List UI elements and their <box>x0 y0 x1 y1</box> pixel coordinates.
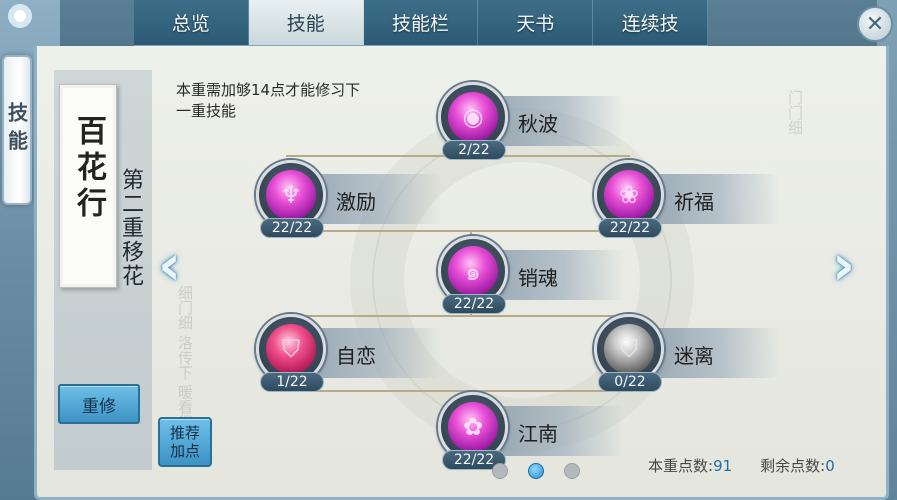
tab-label: 技能 <box>286 13 325 35</box>
close-button[interactable]: ✕ <box>857 6 893 42</box>
remaining-points-label: 剩余点数: <box>760 457 826 475</box>
skill-name: 江南 <box>518 422 558 446</box>
fountain-orb-icon: ♆ <box>266 170 316 220</box>
school-name: 百花行 <box>71 115 106 223</box>
page-dot[interactable] <box>564 463 580 479</box>
skill-node-qiubo[interactable]: ◉ 秋波 2/22 <box>438 82 628 172</box>
prev-page-arrow-icon[interactable]: ‹ <box>158 238 194 300</box>
next-page-arrow-icon[interactable]: › <box>832 238 868 300</box>
eye-orb-icon: ◉ <box>448 92 498 142</box>
top-tab-bar: 总览 技能 技能栏 天书 连续技 <box>134 0 708 46</box>
side-tab-label: 技能 <box>4 102 29 158</box>
remaining-points-stat: 剩余点数:0 <box>760 455 835 476</box>
tab-overview[interactable]: 总览 <box>134 0 249 45</box>
grey-shield-orb-icon: ⛉ <box>604 324 654 374</box>
skill-name: 自恋 <box>336 344 376 368</box>
skill-node-jili[interactable]: ♆ 激励 22/22 <box>256 160 446 250</box>
skill-level: 1/22 <box>260 372 324 392</box>
tab-label: 总览 <box>171 13 210 35</box>
page-indicator <box>492 463 580 479</box>
tab-label: 连续技 <box>621 13 679 35</box>
skill-level: 22/22 <box>598 218 662 238</box>
close-icon: ✕ <box>865 11 885 37</box>
skill-level: 0/22 <box>598 372 662 392</box>
shield-orb-icon: ⛉ <box>266 324 316 374</box>
current-points-stat: 本重点数:91 <box>648 455 732 476</box>
flower-orb-icon: ✿ <box>448 402 498 452</box>
remaining-points-value: 0 <box>825 457 835 475</box>
tab-skill-bar[interactable]: 技能栏 <box>364 0 479 45</box>
requirement-hint: 本重需加够14点才能修习下一重技能 <box>176 81 361 120</box>
skill-name: 销魂 <box>518 266 558 290</box>
recommend-label: 推荐加点 <box>169 424 200 460</box>
page-dot[interactable] <box>492 463 508 479</box>
points-stats: 本重点数:91 剩余点数:0 <box>648 455 835 476</box>
skill-name: 激励 <box>336 190 376 214</box>
reset-skills-button[interactable]: 重修 <box>58 384 140 424</box>
current-points-label: 本重点数: <box>648 457 714 475</box>
skill-name: 秋波 <box>518 112 558 136</box>
school-stage: 第二重移花 <box>118 168 143 288</box>
tab-combo-skills[interactable]: 连续技 <box>593 0 708 45</box>
side-tab-skills[interactable]: 技能 <box>2 55 32 205</box>
skill-level: 22/22 <box>260 218 324 238</box>
skill-name: 祈福 <box>674 190 714 214</box>
tab-skills[interactable]: 技能 <box>248 0 364 45</box>
school-scroll-card: 百花行 <box>59 84 117 288</box>
skill-level: 22/22 <box>442 294 506 314</box>
recommend-points-button[interactable]: 推荐加点 <box>158 417 212 467</box>
skill-level: 2/22 <box>442 140 506 160</box>
swirl-orb-icon: ๑ <box>448 246 498 296</box>
page-dot-active[interactable] <box>528 463 544 479</box>
reset-label: 重修 <box>82 396 116 417</box>
skill-node-zilian[interactable]: ⛉ 自恋 1/22 <box>256 314 446 404</box>
current-points-value: 91 <box>713 457 733 475</box>
tab-label: 技能栏 <box>391 13 449 35</box>
tab-heavenly-book[interactable]: 天书 <box>478 0 594 45</box>
flower-decoration-icon <box>6 2 34 30</box>
lotus-orb-icon: ❀ <box>604 170 654 220</box>
skill-node-mili[interactable]: ⛉ 迷离 0/22 <box>594 314 784 404</box>
skill-node-xiaohun[interactable]: ๑ 销魂 22/22 <box>438 236 628 326</box>
calligraphy-watermark-right: 门门细 <box>786 90 804 135</box>
tab-label: 天书 <box>516 13 555 35</box>
skill-name: 迷离 <box>674 344 714 368</box>
